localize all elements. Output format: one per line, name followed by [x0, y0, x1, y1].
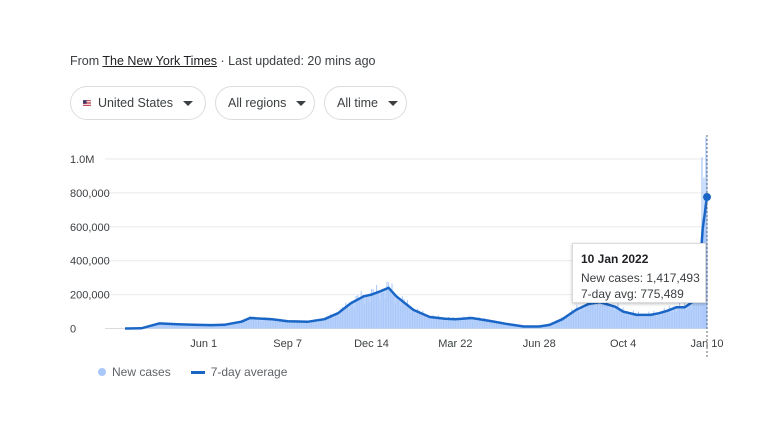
x-tick-label: Jun 28: [523, 338, 556, 350]
chart-legend: New cases 7-day average: [98, 365, 287, 379]
x-tick-label: Jun 1: [190, 338, 217, 350]
y-tick-label: 600,000: [70, 222, 110, 234]
x-tick-label: Sep 7: [273, 338, 302, 350]
y-tick-label: 0: [70, 324, 76, 336]
x-tick-label: Dec 14: [354, 338, 389, 350]
tooltip-new-cases: New cases: 1,417,493: [581, 271, 700, 285]
tooltip-date: 10 Jan 2022: [581, 252, 649, 266]
avg-legend-line: [190, 370, 205, 374]
x-tick-label: Oct 4: [610, 338, 636, 350]
tooltip-avg: 7-day avg: 775,489: [581, 287, 684, 301]
hover-point: [703, 193, 711, 202]
legend-avg: 7-day average: [210, 365, 288, 379]
new-cases-legend-dot: [98, 368, 106, 376]
y-axis: 0 200,000 400,000 600,000 800,000 1.0M: [70, 154, 110, 336]
y-tick-label: 1.0M: [70, 154, 94, 166]
x-tick-label: Mar 22: [438, 338, 472, 350]
y-tick-label: 800,000: [70, 188, 110, 200]
y-tick-label: 400,000: [70, 256, 110, 268]
x-axis: Jun 1 Sep 7 Dec 14 Mar 22 Jun 28 Oct 4 Jan 10: [190, 338, 723, 350]
y-tick-label: 200,000: [70, 290, 110, 302]
chart-tooltip: 10 Jan 2022 New cases: 1,417,493 7-day a…: [572, 243, 706, 303]
legend-new-cases: New cases: [112, 365, 171, 379]
